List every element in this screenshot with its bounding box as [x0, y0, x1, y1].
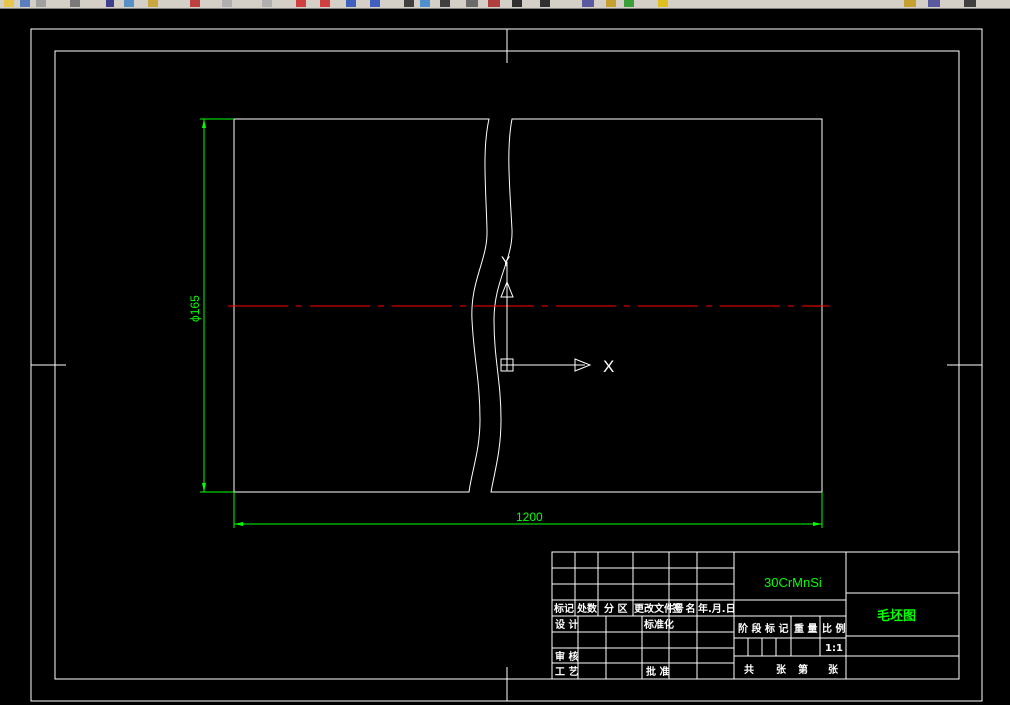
redo-icon[interactable]: [262, 0, 272, 7]
zoom-window-icon[interactable]: [346, 0, 356, 7]
row-standard: 标准化: [643, 618, 674, 631]
sheets-word: 张: [776, 663, 787, 676]
sheets-word-2: 张: [828, 663, 839, 676]
drawing-name-text: 毛坯图: [877, 608, 916, 623]
dim-arrow-left: [234, 522, 243, 526]
zoom-realtime-icon[interactable]: [320, 0, 330, 7]
freeze-icon[interactable]: [904, 0, 916, 7]
material-text: 30CrMnSi: [764, 575, 822, 590]
paste-icon[interactable]: [148, 0, 158, 7]
save-icon[interactable]: [20, 0, 30, 7]
header-zone: 分 区: [604, 602, 627, 615]
row-process: 工 艺: [555, 665, 578, 678]
layer-state-icon[interactable]: [606, 0, 616, 7]
weight-label: 重 量: [794, 622, 817, 635]
row-approve: 批 准: [646, 665, 669, 678]
dim-arrow-right: [813, 522, 822, 526]
stage-mark: 阶 段 标 记: [738, 622, 788, 635]
ucs-icon[interactable]: Y X: [500, 253, 614, 376]
layer-previous-icon[interactable]: [624, 0, 634, 7]
undo-icon[interactable]: [222, 0, 232, 7]
cad-toolbar: [0, 0, 1010, 9]
cut-icon[interactable]: [106, 0, 114, 7]
open-icon[interactable]: [4, 0, 14, 7]
total-sheets: 共: [744, 663, 754, 676]
header-date: 年.月.日: [698, 602, 736, 615]
markup-icon[interactable]: [488, 0, 500, 7]
copy-icon[interactable]: [124, 0, 134, 7]
ucs-x-label: X: [603, 357, 614, 376]
header-count: 处数: [576, 602, 598, 615]
ucs-y-label: Y: [501, 253, 511, 269]
calculator-icon[interactable]: [512, 0, 522, 7]
row-review: 审 核: [555, 650, 578, 663]
tool-palette-icon[interactable]: [440, 0, 450, 7]
dim-arrow-top: [202, 119, 206, 128]
plot-icon[interactable]: [70, 0, 80, 7]
header-mark: 标记: [553, 602, 574, 615]
ratio-label: 比 例: [822, 622, 845, 635]
light-icon[interactable]: [658, 0, 668, 7]
linetype-icon[interactable]: [964, 0, 976, 7]
dim-arrow-bottom: [202, 483, 206, 492]
row-design: 设 计: [555, 618, 578, 631]
match-icon[interactable]: [190, 0, 200, 7]
design-center-icon[interactable]: [420, 0, 430, 7]
drawing-canvas[interactable]: ϕ165 1200 Y X 30CrMnSi 毛坯图 标记 处数 分 区 更改文…: [0, 9, 1010, 705]
zoom-previous-icon[interactable]: [370, 0, 380, 7]
sheet-set-icon[interactable]: [466, 0, 478, 7]
print-icon[interactable]: [36, 0, 46, 7]
page-of: 第: [798, 663, 808, 676]
header-sign: 签 名: [671, 602, 695, 615]
dimension-diameter-text: ϕ165: [188, 295, 202, 322]
scale-value: 1:1: [825, 643, 843, 654]
dimension-length-text: 1200: [516, 510, 543, 524]
layer-icon[interactable]: [582, 0, 594, 7]
properties-icon[interactable]: [404, 0, 414, 7]
help-icon[interactable]: [540, 0, 550, 7]
color-icon[interactable]: [928, 0, 940, 7]
pan-icon[interactable]: [296, 0, 306, 7]
